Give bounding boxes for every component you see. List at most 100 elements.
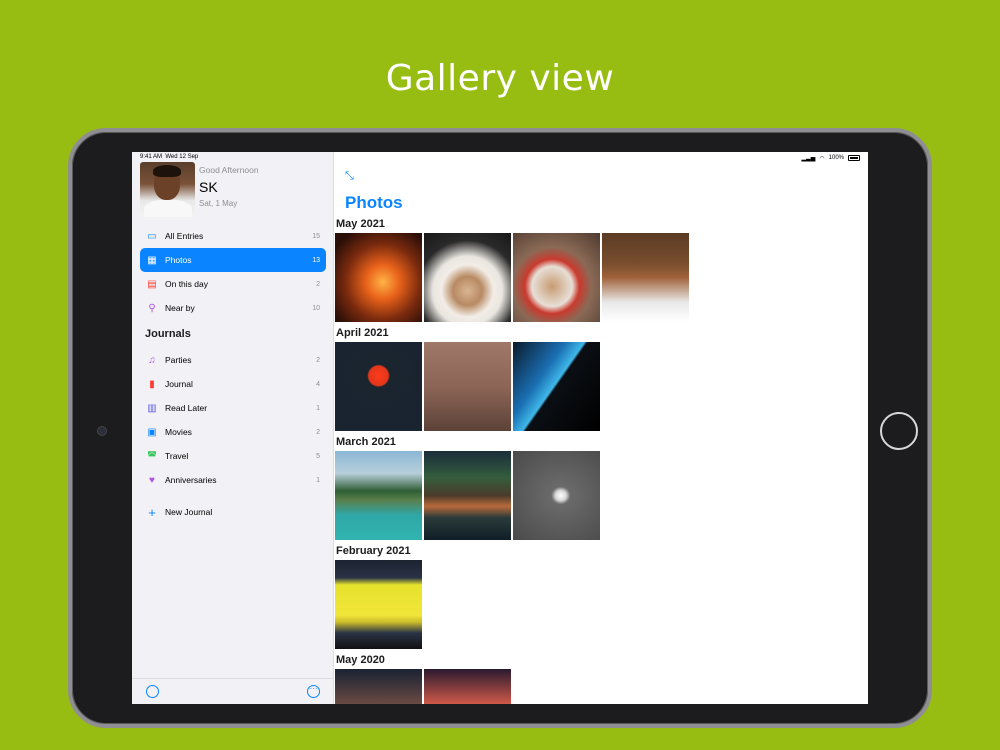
location-pin-icon: ⚲ bbox=[148, 302, 156, 314]
sidebar-item-count: 4 bbox=[316, 380, 320, 388]
user-name: SK bbox=[199, 179, 218, 195]
car-icon: ◚ bbox=[147, 450, 157, 462]
heart-icon: ♥ bbox=[149, 474, 155, 486]
sidebar-item-count: 15 bbox=[312, 232, 320, 240]
photo-tile[interactable] bbox=[513, 451, 600, 540]
sidebar-item-count: 1 bbox=[316, 476, 320, 484]
month-section: May 2020 bbox=[335, 654, 511, 704]
journals-list: ♫ Parties 2 ▮ Journal 4 ▥ Read Later 1 ▣… bbox=[140, 348, 326, 492]
page-title: Photos bbox=[345, 193, 403, 212]
battery-percent: 100% bbox=[828, 155, 844, 161]
film-icon: ▣ bbox=[147, 426, 157, 438]
status-bar: 9:41 AM Wed 12 Sep ▂▃▅ ◠ 100% bbox=[132, 152, 868, 164]
photo-grid bbox=[335, 233, 689, 322]
photo-grid bbox=[335, 669, 511, 704]
sidebar-item-label: Anniversaries bbox=[165, 475, 217, 485]
photo-tile[interactable] bbox=[335, 233, 422, 322]
sidebar-item-near-by[interactable]: ⚲ Near by 10 bbox=[140, 296, 326, 320]
camera-icon bbox=[97, 426, 107, 436]
calendar-icon: ▤ bbox=[147, 278, 157, 290]
sidebar-item-journal[interactable]: ▮ Journal 4 bbox=[140, 372, 326, 396]
sidebar-item-label: Parties bbox=[165, 355, 192, 365]
photo-tile[interactable] bbox=[424, 233, 511, 322]
month-label: April 2021 bbox=[336, 327, 389, 339]
photo-tile[interactable] bbox=[335, 669, 422, 704]
sidebar-item-label: On this day bbox=[165, 279, 208, 289]
tray-icon: ▭ bbox=[147, 230, 157, 242]
settings-icon[interactable] bbox=[146, 685, 159, 698]
sidebar-item-label: Journal bbox=[165, 379, 193, 389]
profile-text: Good Afternoon SK Sat, 1 May bbox=[199, 162, 259, 217]
status-time-date: 9:41 AM Wed 12 Sep bbox=[140, 154, 198, 162]
sidebar-item-count: 1 bbox=[316, 404, 320, 412]
photo-grid bbox=[335, 342, 600, 431]
status-right: ▂▃▅ ◠ 100% bbox=[802, 154, 860, 162]
new-journal-button[interactable]: + New Journal bbox=[140, 500, 326, 524]
sidebar: Good Afternoon SK Sat, 1 May ▭ All Entri… bbox=[132, 152, 334, 704]
profile-header[interactable]: Good Afternoon SK Sat, 1 May bbox=[140, 162, 259, 217]
sidebar-bottom-bar: ··· bbox=[132, 678, 334, 704]
sidebar-item-on-this-day[interactable]: ▤ On this day 2 bbox=[140, 272, 326, 296]
sidebar-item-label: All Entries bbox=[165, 231, 204, 241]
sidebar-item-count: 2 bbox=[316, 356, 320, 364]
photo-tile[interactable] bbox=[513, 233, 600, 322]
photo-tile[interactable] bbox=[602, 233, 689, 322]
journals-heading: Journals bbox=[145, 328, 191, 340]
sidebar-item-label: Travel bbox=[165, 451, 189, 461]
photo-tile[interactable] bbox=[424, 342, 511, 431]
status-time: 9:41 AM bbox=[140, 154, 163, 160]
headline: Gallery view bbox=[385, 58, 615, 99]
sidebar-item-travel[interactable]: ◚ Travel 5 bbox=[140, 444, 326, 468]
avatar[interactable] bbox=[140, 162, 195, 217]
month-section: May 2021 bbox=[335, 218, 689, 322]
month-section: March 2021 bbox=[335, 436, 600, 540]
battery-icon bbox=[848, 155, 860, 161]
photo-tile[interactable] bbox=[424, 669, 511, 704]
profile-date: Sat, 1 May bbox=[199, 199, 238, 208]
sidebar-item-label: Read Later bbox=[165, 403, 208, 413]
sidebar-item-count: 13 bbox=[312, 256, 320, 264]
greeting-text: Good Afternoon bbox=[199, 165, 259, 175]
photo-tile[interactable] bbox=[335, 451, 422, 540]
photo-tile[interactable] bbox=[335, 342, 422, 431]
status-date: Wed 12 Sep bbox=[165, 154, 199, 160]
book-icon: ▥ bbox=[147, 402, 157, 414]
grid-icon: ▦ bbox=[147, 254, 157, 266]
sidebar-item-read-later[interactable]: ▥ Read Later 1 bbox=[140, 396, 326, 420]
new-journal-row: + New Journal bbox=[140, 500, 326, 524]
wifi-icon: ◠ bbox=[819, 155, 825, 162]
sidebar-item-count: 2 bbox=[316, 280, 320, 288]
new-journal-label: New Journal bbox=[165, 507, 213, 517]
bookmark-icon: ▮ bbox=[149, 378, 155, 390]
month-section: February 2021 bbox=[335, 545, 422, 649]
photo-grid bbox=[335, 560, 422, 649]
sidebar-item-count: 5 bbox=[316, 452, 320, 460]
month-label: March 2021 bbox=[336, 436, 396, 448]
music-notes-icon: ♫ bbox=[148, 354, 156, 366]
signal-icon: ▂▃▅ bbox=[801, 155, 816, 162]
expand-icon[interactable]: ⤡ bbox=[345, 170, 354, 183]
month-label: May 2020 bbox=[336, 654, 385, 666]
smart-filters-list: ▭ All Entries 15 ▦ Photos 13 ▤ On this d… bbox=[140, 224, 326, 320]
photo-tile[interactable] bbox=[513, 342, 600, 431]
month-label: May 2021 bbox=[336, 218, 385, 230]
sidebar-item-anniversaries[interactable]: ♥ Anniversaries 1 bbox=[140, 468, 326, 492]
photo-tile[interactable] bbox=[424, 451, 511, 540]
sidebar-item-movies[interactable]: ▣ Movies 2 bbox=[140, 420, 326, 444]
sidebar-item-parties[interactable]: ♫ Parties 2 bbox=[140, 348, 326, 372]
sidebar-item-label: Movies bbox=[165, 427, 192, 437]
photo-tile[interactable] bbox=[335, 560, 422, 649]
photos-gallery: ⤡ Photos May 2021 April 2021 March 2021 … bbox=[335, 152, 868, 704]
month-label: February 2021 bbox=[336, 545, 411, 557]
sidebar-item-photos[interactable]: ▦ Photos 13 bbox=[140, 248, 326, 272]
photo-grid bbox=[335, 451, 600, 540]
ipad-device-frame: 9:41 AM Wed 12 Sep ▂▃▅ ◠ 100% Good After… bbox=[68, 128, 932, 728]
home-button[interactable] bbox=[880, 412, 918, 450]
app-screen: 9:41 AM Wed 12 Sep ▂▃▅ ◠ 100% Good After… bbox=[132, 152, 868, 704]
sidebar-item-count: 10 bbox=[312, 304, 320, 312]
sidebar-item-all-entries[interactable]: ▭ All Entries 15 bbox=[140, 224, 326, 248]
plus-icon: + bbox=[148, 504, 156, 520]
more-icon[interactable]: ··· bbox=[307, 685, 320, 698]
sidebar-item-label: Photos bbox=[165, 255, 192, 265]
sidebar-item-label: Near by bbox=[165, 303, 195, 313]
